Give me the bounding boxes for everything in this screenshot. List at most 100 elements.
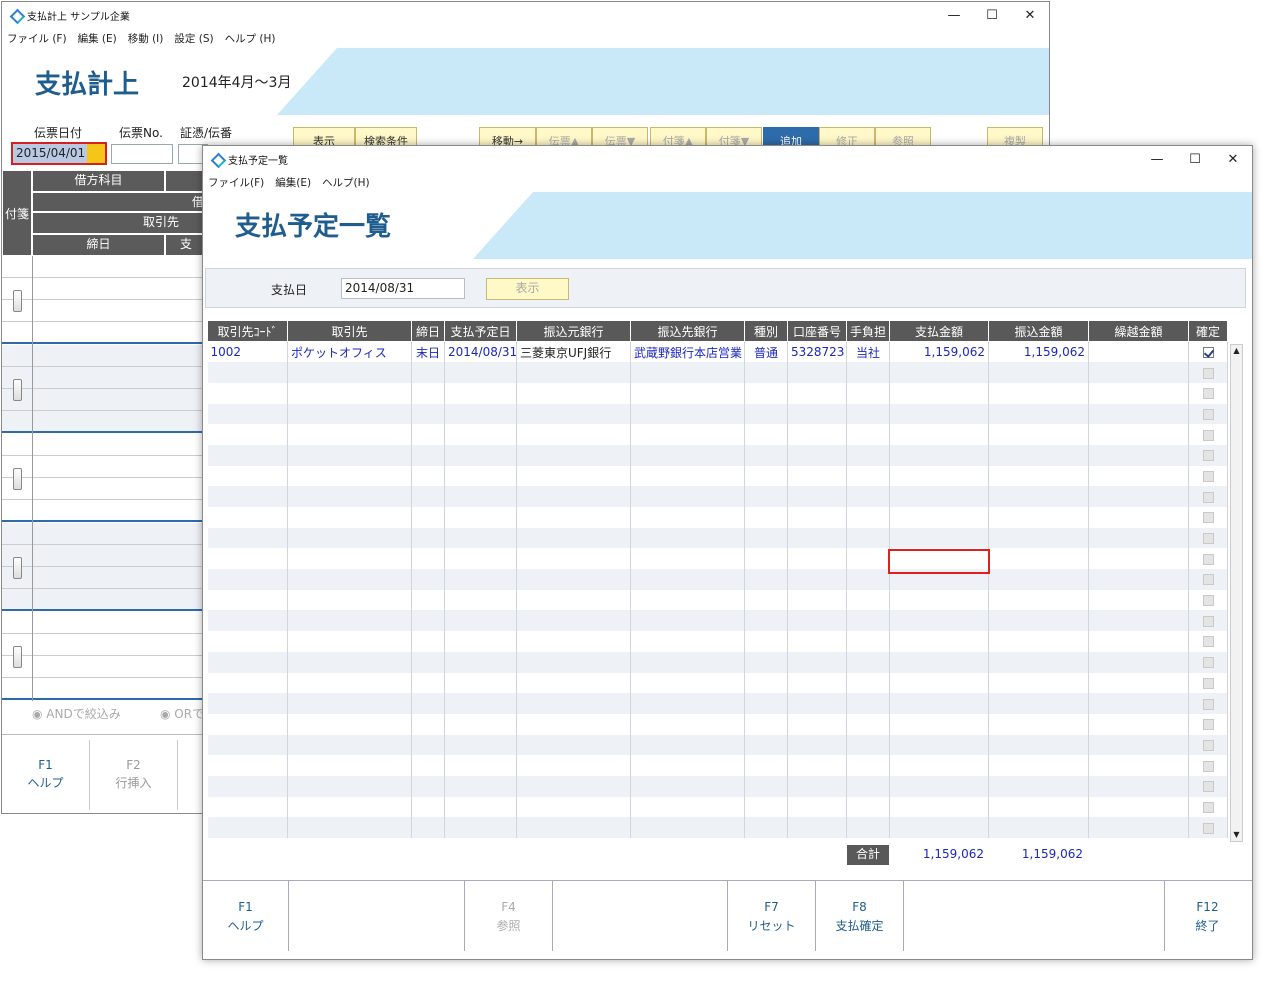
table-cell-empty[interactable] bbox=[744, 362, 788, 383]
bg-f2-insert-row-key[interactable]: F2 行挿入 bbox=[90, 740, 178, 810]
table-cell-empty[interactable] bbox=[889, 507, 989, 528]
table-cell-empty[interactable] bbox=[516, 631, 631, 652]
table-row[interactable] bbox=[207, 589, 1228, 611]
col-kind[interactable]: 種別 bbox=[744, 320, 788, 342]
bg-menu-move[interactable]: 移動 (I) bbox=[128, 31, 164, 46]
table-cell-empty[interactable] bbox=[287, 382, 412, 404]
table-cell-empty[interactable] bbox=[889, 631, 989, 652]
table-cell-empty[interactable] bbox=[287, 755, 412, 776]
table-cell-fee[interactable]: 当社 bbox=[846, 341, 890, 363]
table-cell-empty[interactable] bbox=[889, 755, 989, 776]
table-cell-empty[interactable] bbox=[889, 444, 989, 466]
table-row[interactable] bbox=[207, 631, 1228, 652]
table-cell-empty[interactable] bbox=[630, 362, 745, 383]
confirm-checkbox[interactable] bbox=[1202, 615, 1214, 627]
table-row[interactable] bbox=[207, 651, 1228, 673]
table-cell-empty[interactable] bbox=[787, 817, 847, 838]
table-row[interactable] bbox=[207, 569, 1228, 590]
confirm-checkbox[interactable] bbox=[1202, 739, 1214, 751]
table-row[interactable] bbox=[207, 775, 1228, 797]
table-cell-empty[interactable] bbox=[444, 465, 517, 487]
confirm-checkbox[interactable] bbox=[1202, 677, 1214, 689]
voucher-no-field[interactable] bbox=[111, 144, 173, 164]
table-cell-empty[interactable] bbox=[787, 465, 847, 487]
table-cell-empty[interactable] bbox=[516, 610, 631, 632]
fg-menu-file[interactable]: ファイル(F) bbox=[208, 175, 264, 190]
table-cell-empty[interactable] bbox=[630, 631, 745, 652]
table-cell-empty[interactable] bbox=[787, 755, 847, 776]
table-cell-empty[interactable] bbox=[846, 527, 890, 549]
table-cell-empty[interactable] bbox=[846, 796, 890, 818]
table-cell-empty[interactable] bbox=[787, 693, 847, 714]
table-cell-empty[interactable] bbox=[1088, 486, 1189, 507]
table-cell-empty[interactable] bbox=[411, 486, 445, 507]
table-cell-empty[interactable] bbox=[1088, 817, 1189, 838]
table-cell-empty[interactable] bbox=[287, 651, 412, 673]
table-cell-empty[interactable] bbox=[516, 796, 631, 818]
table-cell-empty[interactable] bbox=[516, 548, 631, 570]
table-cell-empty[interactable] bbox=[411, 775, 445, 797]
table-cell-empty[interactable] bbox=[444, 775, 517, 797]
table-cell-empty[interactable] bbox=[889, 362, 989, 383]
table-cell-empty[interactable] bbox=[444, 796, 517, 818]
table-row[interactable] bbox=[207, 755, 1228, 776]
table-cell-empty[interactable] bbox=[846, 631, 890, 652]
table-cell-empty[interactable] bbox=[787, 507, 847, 528]
table-cell-empty[interactable] bbox=[287, 693, 412, 714]
table-cell-empty[interactable] bbox=[411, 631, 445, 652]
table-cell-empty[interactable] bbox=[411, 548, 445, 570]
table-cell-empty[interactable] bbox=[516, 465, 631, 487]
table-cell-empty[interactable] bbox=[207, 548, 288, 570]
table-cell-empty[interactable] bbox=[630, 589, 745, 611]
table-cell-empty[interactable] bbox=[744, 424, 788, 445]
table-cell-empty[interactable] bbox=[744, 465, 788, 487]
fg-menu-help[interactable]: ヘルプ(H) bbox=[322, 175, 370, 190]
voucher-date-field[interactable]: 2015/04/01 bbox=[11, 142, 107, 165]
col-carryover-amount[interactable]: 繰越金額 bbox=[1088, 320, 1189, 342]
table-cell-empty[interactable] bbox=[889, 403, 989, 425]
bg-menu-settings[interactable]: 設定 (S) bbox=[174, 31, 213, 46]
table-cell-empty[interactable] bbox=[988, 693, 1089, 714]
table-cell-empty[interactable] bbox=[516, 424, 631, 445]
confirm-checkbox[interactable] bbox=[1202, 450, 1214, 462]
confirm-checkbox[interactable] bbox=[1202, 781, 1214, 793]
pay-date-field[interactable]: 2014/08/31 bbox=[341, 278, 465, 299]
col-fee-bearer[interactable]: 手負担 bbox=[846, 320, 890, 342]
table-cell-empty[interactable] bbox=[444, 486, 517, 507]
col-transfer-amount[interactable]: 振込金額 bbox=[988, 320, 1089, 342]
table-cell-empty[interactable] bbox=[1088, 589, 1189, 611]
tag-toggle-2[interactable] bbox=[13, 379, 22, 401]
table-cell-empty[interactable] bbox=[1088, 569, 1189, 590]
table-cell-shime[interactable]: 末日 bbox=[411, 341, 445, 363]
table-cell-empty[interactable] bbox=[988, 362, 1089, 383]
table-cell-empty[interactable] bbox=[988, 548, 1089, 570]
tag-toggle-1[interactable] bbox=[13, 290, 22, 312]
table-cell-empty[interactable] bbox=[516, 486, 631, 507]
table-cell-empty[interactable] bbox=[744, 507, 788, 528]
table-cell-empty[interactable] bbox=[630, 610, 745, 632]
table-cell-empty[interactable] bbox=[846, 713, 890, 735]
confirm-checkbox[interactable] bbox=[1202, 801, 1214, 813]
table-cell-empty[interactable] bbox=[287, 672, 412, 694]
bg-menu-file[interactable]: ファイル (F) bbox=[7, 31, 67, 46]
table-cell-empty[interactable] bbox=[207, 507, 288, 528]
table-cell-empty[interactable] bbox=[787, 610, 847, 632]
col-confirmed[interactable]: 確定 bbox=[1188, 320, 1228, 342]
table-cell-empty[interactable] bbox=[846, 382, 890, 404]
table-cell-empty[interactable] bbox=[444, 755, 517, 776]
col-from-bank[interactable]: 振込元銀行 bbox=[516, 320, 631, 342]
table-cell-empty[interactable] bbox=[1088, 734, 1189, 756]
table-row[interactable] bbox=[207, 672, 1228, 694]
table-cell-empty[interactable] bbox=[287, 507, 412, 528]
table-cell-empty[interactable] bbox=[846, 569, 890, 590]
table-cell-empty[interactable] bbox=[444, 362, 517, 383]
fg-menu-edit[interactable]: 編集(E) bbox=[275, 175, 311, 190]
table-cell-empty[interactable] bbox=[444, 651, 517, 673]
table-cell-empty[interactable] bbox=[444, 693, 517, 714]
table-cell-empty[interactable] bbox=[787, 734, 847, 756]
table-cell-empty[interactable] bbox=[207, 734, 288, 756]
table-cell-empty[interactable] bbox=[988, 569, 1089, 590]
table-cell-empty[interactable] bbox=[846, 817, 890, 838]
table-cell-empty[interactable] bbox=[744, 734, 788, 756]
table-cell-empty[interactable] bbox=[630, 403, 745, 425]
